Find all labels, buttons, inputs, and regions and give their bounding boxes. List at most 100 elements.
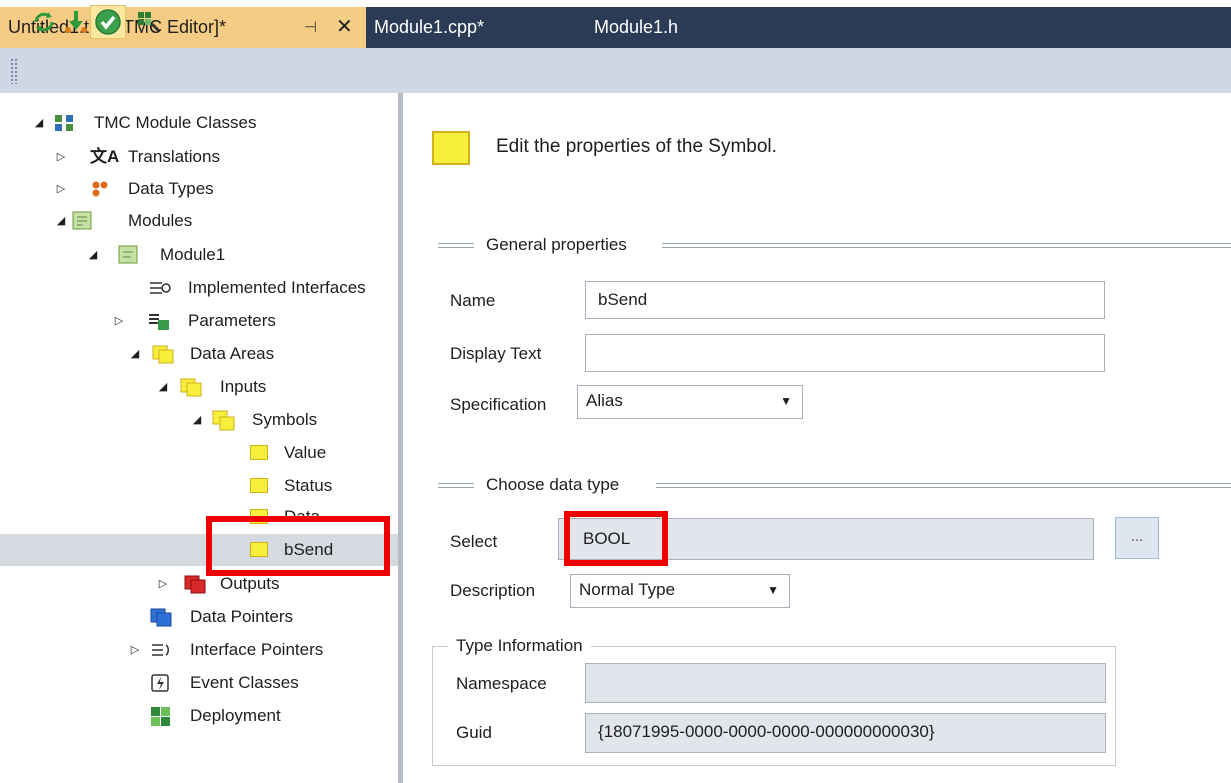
name-field[interactable]: bSend [585,281,1105,319]
tree-item-interface-pointers[interactable]: ▷ Interface Pointers [128,637,388,663]
import-icon[interactable] [62,8,90,36]
data-pointers-icon [150,607,172,627]
display-text-field[interactable] [585,334,1105,372]
interface-pointers-icon [150,640,170,660]
panel-heading: Edit the properties of the Symbol. [496,136,777,157]
expanded-arrow-icon[interactable]: ◢ [190,407,204,433]
symbols-icon [212,410,235,431]
tree-item-label: Modules [128,211,193,230]
tree-item-label: Data Areas [190,344,275,363]
translate-icon: 文A [90,147,120,166]
tree-item-label: Parameters [188,311,276,330]
group-title-general: General properties [486,235,627,254]
pin-icon[interactable]: ⊣ [304,7,317,48]
highlight-box-bool [564,511,668,566]
tree-item-parameters[interactable]: ▷ Parameters [112,308,392,334]
tab-module1-cpp[interactable]: Module1.cpp* [374,7,484,48]
tree-item-deployment[interactable]: Deployment [150,703,390,729]
description-dropdown[interactable]: Normal Type ▼ [570,574,790,608]
guid-field[interactable]: {18071995-0000-0000-0000-000000000030} [585,713,1106,753]
tree-item-label: Symbols [252,410,318,429]
tree-item-modules[interactable]: ◢ Modules [54,208,384,234]
namespace-field[interactable] [585,663,1106,703]
namespace-label: Namespace [456,674,547,693]
expanded-arrow-icon[interactable]: ◢ [32,110,46,136]
description-label: Description [450,581,536,600]
collapsed-arrow-icon[interactable]: ▷ [112,308,126,334]
tree-item-label: Interface Pointers [190,640,324,659]
group-rule [438,243,474,248]
event-classes-icon [150,673,170,693]
collapsed-arrow-icon[interactable]: ▷ [156,571,170,597]
modules-icon [72,211,92,231]
group-rule [656,483,1231,488]
name-label: Name [450,291,496,310]
inputs-icon [180,377,202,397]
select-label: Select [450,532,498,551]
description-value: Normal Type [579,580,676,599]
parameters-icon [148,311,169,331]
module-classes-icon [54,113,74,133]
tree-item-label: Status [284,476,333,495]
tree-item-data-types[interactable]: ▷ Data Types [54,176,384,202]
group-title-typeinfo: Type Information [448,634,591,658]
collapsed-arrow-icon[interactable]: ▷ [54,176,68,202]
tree-item-symbols[interactable]: ◢ Symbols [190,407,390,433]
group-rule [438,483,474,488]
tree-item-label: TMC Module Classes [94,113,257,132]
tab-bar-top-strip [0,0,1231,7]
expanded-arrow-icon[interactable]: ◢ [54,208,68,234]
interface-icon [148,278,171,298]
specification-label: Specification [450,395,547,414]
editor-toolbar [0,48,1231,93]
tree-item-label: Inputs [220,377,267,396]
tree-item-status[interactable]: Status [250,473,390,499]
symbol-icon [250,445,268,460]
group-rule [662,243,1231,248]
data-area-icon [152,344,174,364]
tree-item-label: Value [284,443,327,462]
collapsed-arrow-icon[interactable]: ▷ [128,637,142,663]
tree-item-implemented-interfaces[interactable]: Implemented Interfaces [148,275,398,301]
tree-item-label: Data Types [128,179,214,198]
close-icon[interactable]: ✕ [336,7,353,48]
symbol-icon [250,478,268,493]
outputs-icon [184,574,206,594]
tree-item-module1[interactable]: ◢ Module1 [86,242,386,268]
module-icon [118,245,138,265]
tree-item-label: Deployment [190,706,281,725]
check-icon[interactable] [90,5,126,39]
tree-item-label: Translations [128,147,220,166]
tree-item-inputs[interactable]: ◢ Inputs [156,374,396,400]
tree-item-label: Implemented Interfaces [188,278,366,297]
deployment-icon [150,706,170,726]
expanded-arrow-icon[interactable]: ◢ [86,242,100,268]
specification-dropdown[interactable]: Alias ▼ [577,385,803,419]
tree-item-event-classes[interactable]: Event Classes [150,670,390,696]
expanded-arrow-icon[interactable]: ◢ [128,341,142,367]
expanded-arrow-icon[interactable]: ◢ [156,374,170,400]
tab-module1-h[interactable]: Module1.h [594,7,678,48]
highlight-box-bsend [206,516,390,576]
chevron-down-icon: ▼ [767,583,779,597]
chevron-down-icon: ▼ [780,394,792,408]
tool-icon[interactable] [134,8,162,36]
browse-button[interactable]: ... [1115,517,1159,559]
tree-item-label: Module1 [160,245,226,264]
group-title-datatype: Choose data type [486,475,620,494]
specification-value: Alias [586,391,623,410]
symbol-large-icon [432,131,470,165]
tree-item-value[interactable]: Value [250,440,390,466]
data-types-icon [90,179,110,199]
tree-item-label: Data Pointers [190,607,293,626]
toolbar-grip[interactable] [10,58,18,84]
tree-item-label: Event Classes [190,673,299,692]
collapsed-arrow-icon[interactable]: ▷ [54,144,68,170]
tree-item-translations[interactable]: ▷ 文A Translations [54,144,384,170]
refresh-icon[interactable] [30,8,58,36]
display-text-label: Display Text [450,344,542,363]
guid-label: Guid [456,723,492,742]
tree-item-tmc-module-classes[interactable]: ◢ TMC Module Classes [32,110,392,136]
tree-item-data-pointers[interactable]: Data Pointers [150,604,390,630]
tree-item-data-areas[interactable]: ◢ Data Areas [112,341,392,367]
